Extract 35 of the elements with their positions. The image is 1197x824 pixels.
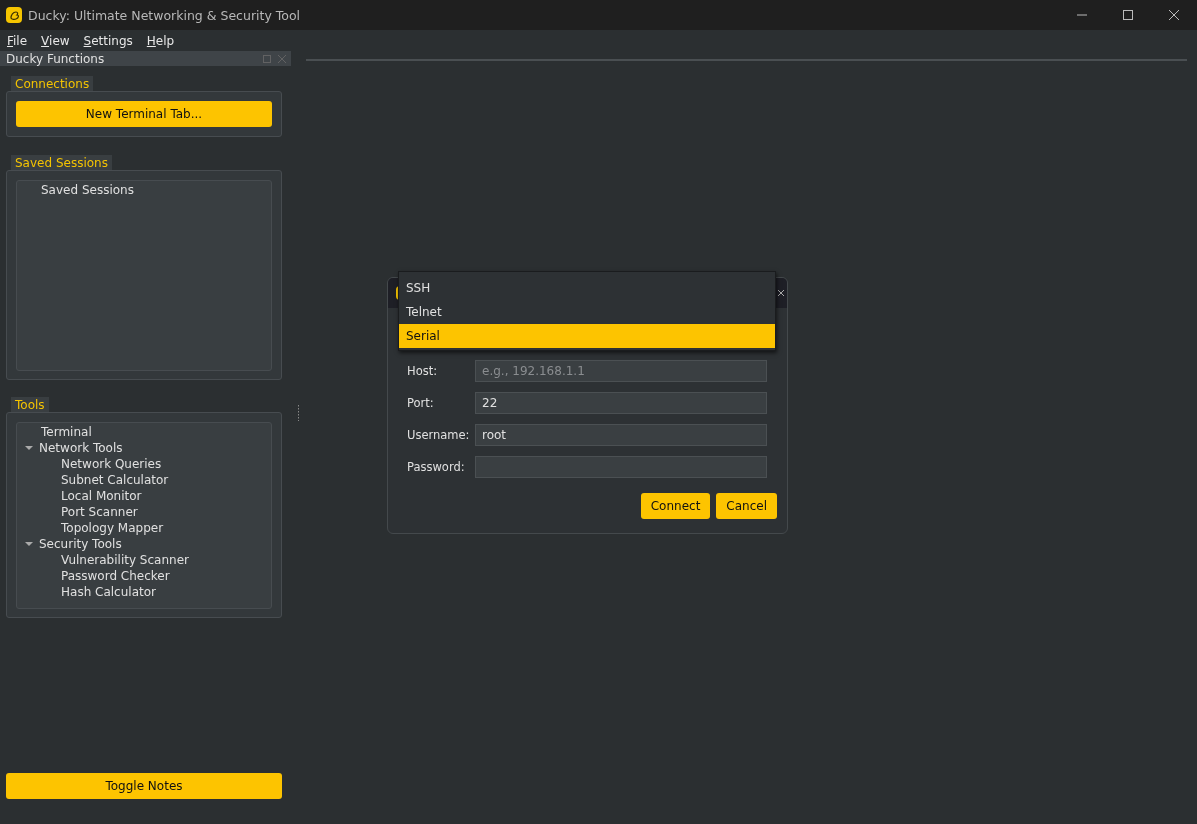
field-label: Password: — [407, 460, 466, 474]
group-title: Saved Sessions — [11, 155, 112, 170]
tree-item[interactable]: Port Scanner — [61, 505, 138, 519]
dropdown-option[interactable]: SSH — [399, 276, 775, 300]
tree-item[interactable]: Topology Mapper — [61, 521, 164, 535]
text-field[interactable]: root — [475, 424, 767, 446]
session-item[interactable]: Saved Sessions — [41, 183, 134, 197]
tree-item[interactable]: Local Monitor — [61, 489, 142, 503]
tree-item[interactable]: Hash Calculator — [61, 585, 156, 599]
window-title: Ducky: Ultimate Networking & Security Tool — [28, 7, 301, 23]
dialog-button[interactable]: Connect — [640, 493, 711, 519]
new-terminal-tab-button[interactable]: New Terminal Tab... — [16, 101, 272, 127]
text-field[interactable]: 22 — [475, 392, 767, 414]
group-title: Tools — [11, 397, 49, 412]
dock-title: Ducky Functions — [6, 51, 105, 66]
dialog-button[interactable]: Cancel — [716, 493, 777, 519]
group-title: Connections — [11, 76, 94, 91]
menu-item[interactable]: Help — [146, 33, 175, 48]
tree-item[interactable]: Security Tools — [39, 537, 122, 551]
tree-item[interactable]: Network Tools — [39, 441, 123, 455]
tree-item[interactable]: Password Checker — [61, 569, 170, 583]
text-field[interactable]: e.g., 192.168.1.1 — [475, 360, 767, 382]
field-label: Username: — [407, 428, 471, 442]
toggle-notes-button[interactable]: Toggle Notes — [6, 773, 282, 799]
field-label: Port: — [407, 396, 435, 410]
menu-item[interactable]: View — [41, 33, 70, 48]
tree-item[interactable]: Subnet Calculator — [61, 473, 169, 487]
tree-item[interactable]: Terminal — [41, 425, 92, 439]
tree-item[interactable]: Vulnerability Scanner — [61, 553, 189, 567]
dropdown-option[interactable]: Serial — [399, 324, 775, 348]
field-label: Host: — [407, 364, 439, 378]
dropdown-option[interactable]: Telnet — [399, 300, 775, 324]
tree-item[interactable]: Network Queries — [61, 457, 162, 471]
menu-item[interactable]: File — [7, 33, 28, 48]
menu-item[interactable]: Settings — [83, 33, 133, 48]
